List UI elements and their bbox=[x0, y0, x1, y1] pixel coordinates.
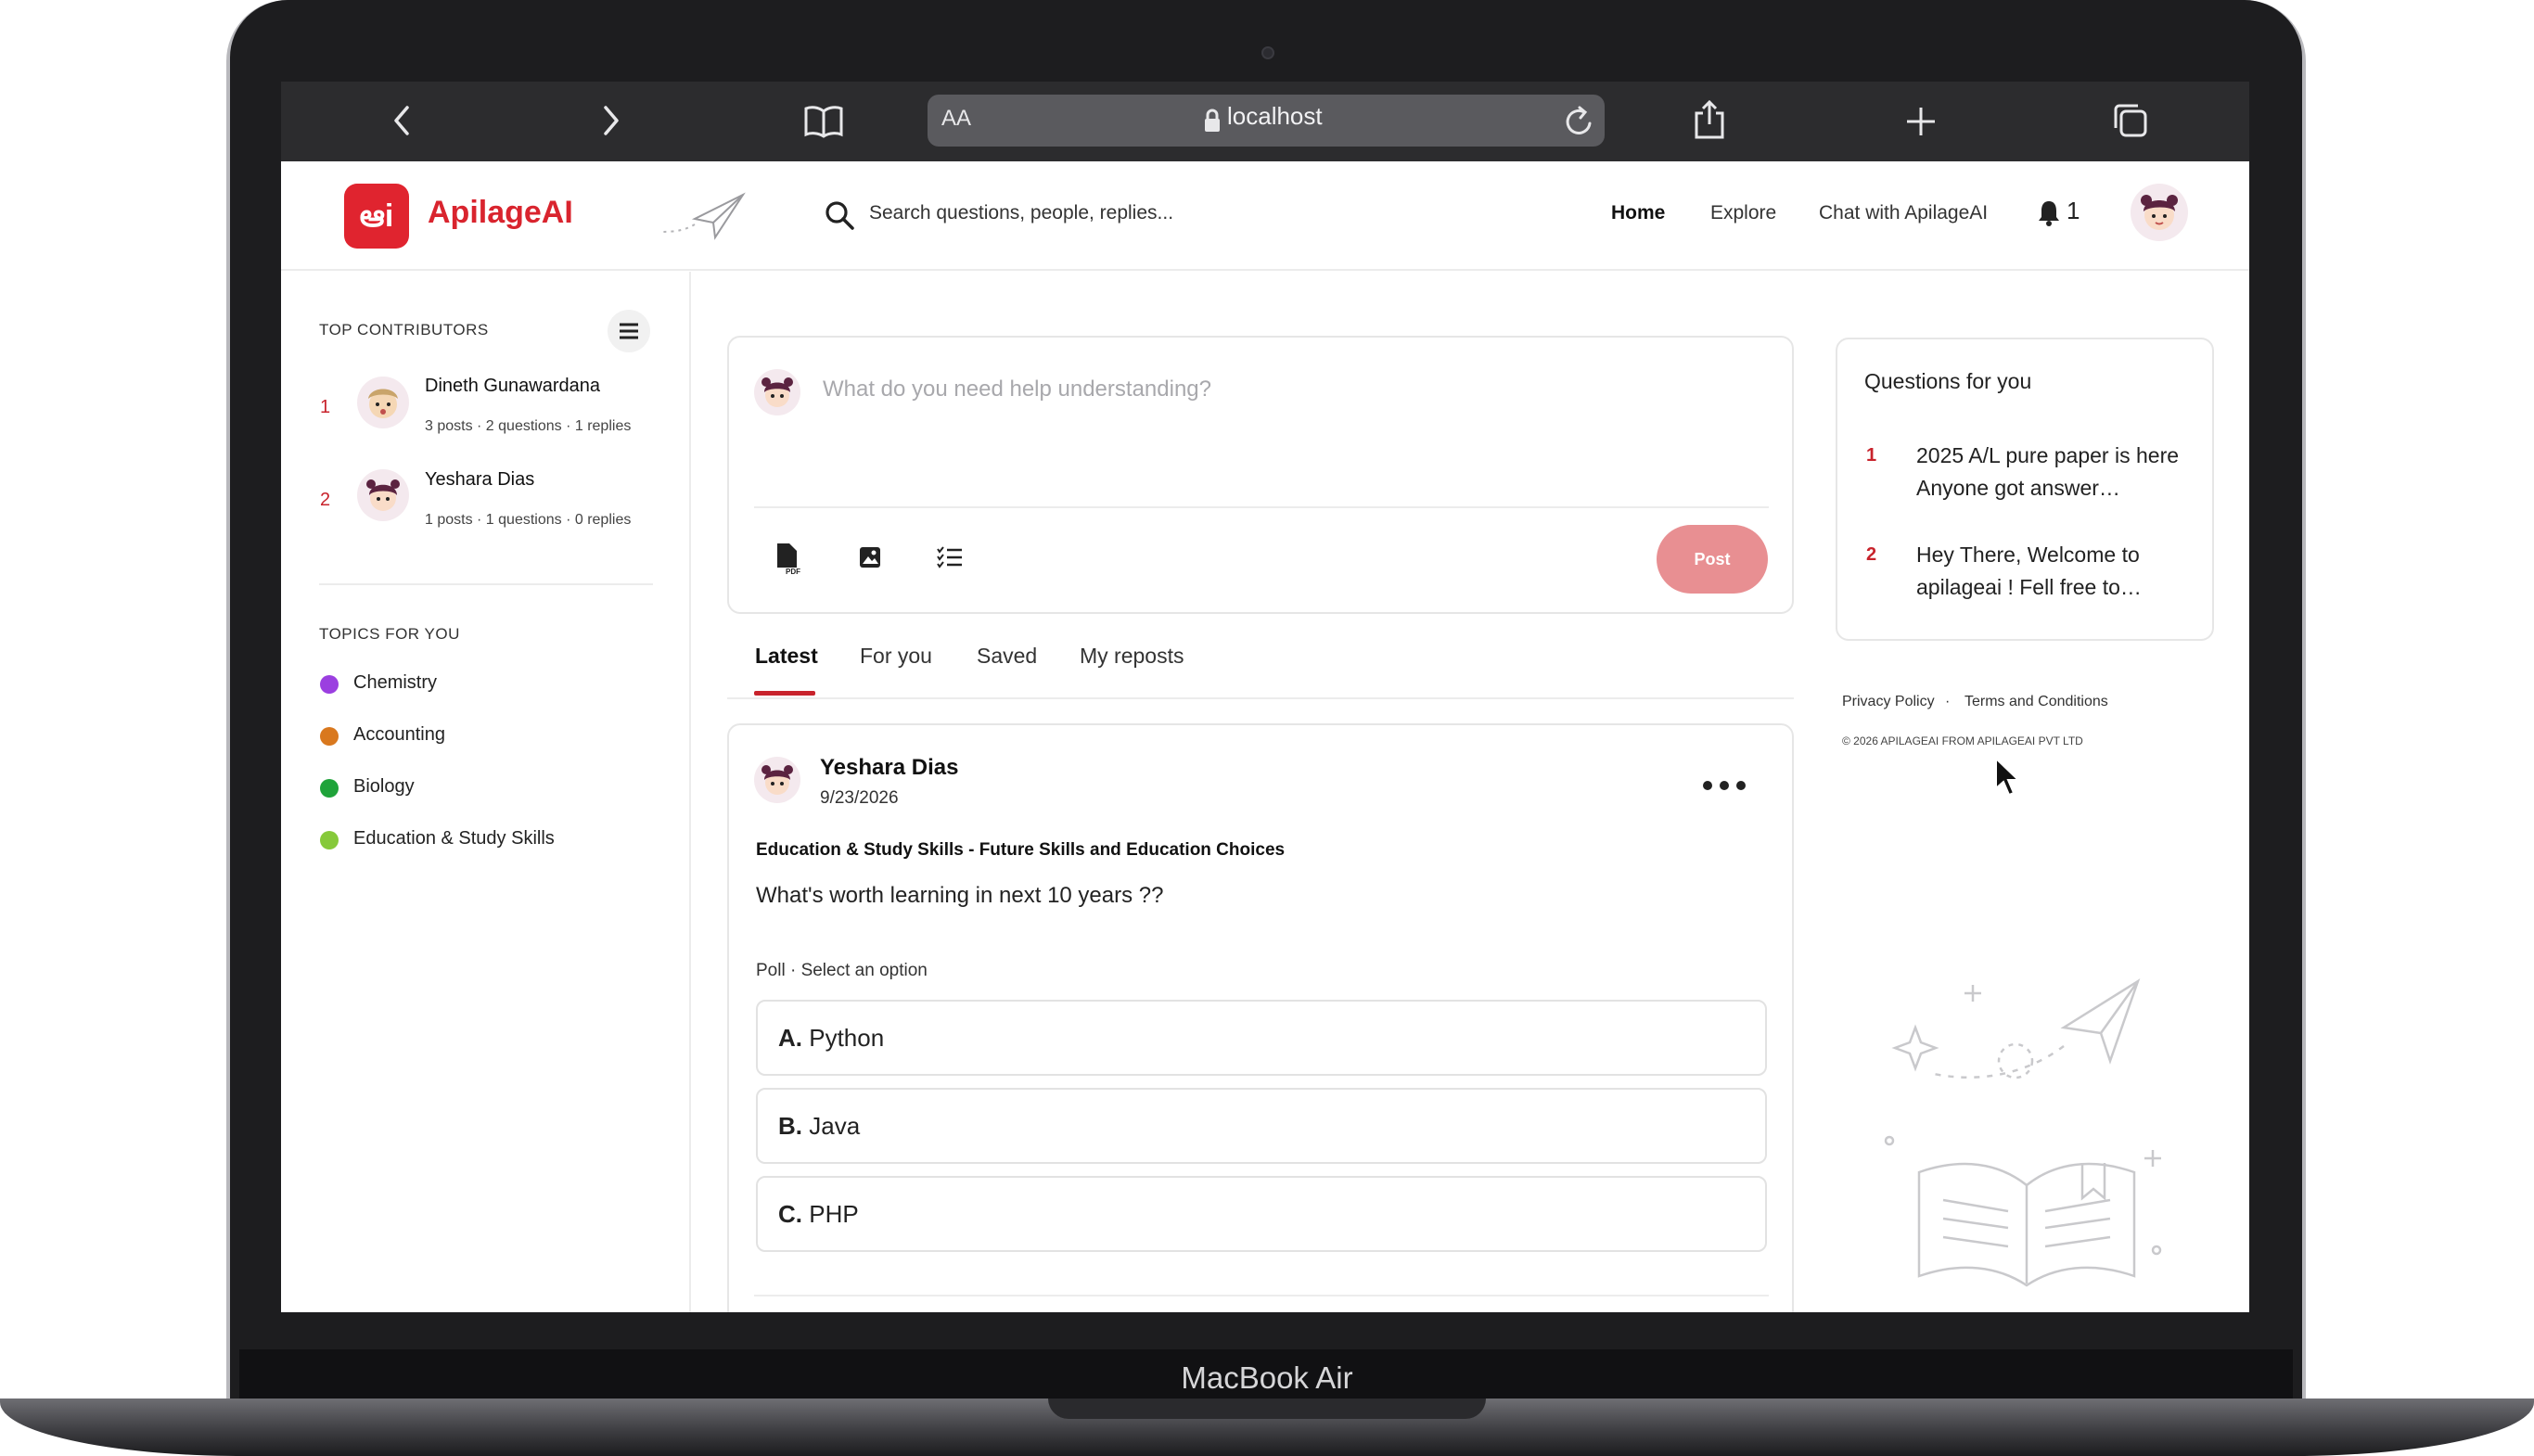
search-input[interactable]: Search questions, people, replies... bbox=[869, 202, 1173, 224]
contributor-rank: 1 bbox=[320, 397, 331, 417]
privacy-policy-link[interactable]: Privacy Policy bbox=[1842, 694, 1935, 710]
tabs-overview-icon[interactable] bbox=[2112, 102, 2149, 139]
top-contributors-title: TOP CONTRIBUTORS bbox=[319, 321, 489, 338]
brand-name[interactable]: ApilageAI bbox=[428, 195, 573, 231]
nav-explore[interactable]: Explore bbox=[1710, 202, 1776, 224]
svg-text:PDF: PDF bbox=[786, 568, 800, 575]
poll-option-letter: B. bbox=[778, 1112, 802, 1140]
paper-plane-doodle-icon bbox=[660, 192, 746, 240]
topic-chemistry[interactable]: Chemistry bbox=[353, 672, 437, 694]
contributor-rank: 2 bbox=[320, 490, 331, 510]
image-attach-icon[interactable] bbox=[858, 545, 882, 569]
url-text: localhost bbox=[1227, 102, 1323, 130]
bell-icon[interactable] bbox=[2037, 198, 2061, 226]
post-body: What's worth learning in next 10 years ?… bbox=[756, 883, 1164, 908]
post-topic[interactable]: Education & Study Skills - Future Skills… bbox=[756, 840, 1285, 861]
poll-option[interactable]: A. Python bbox=[756, 1000, 1767, 1076]
post-date: 9/23/2026 bbox=[820, 788, 899, 808]
back-icon[interactable] bbox=[390, 104, 413, 137]
question-item[interactable]: Hey There, Welcome to apilageai ! Fell f… bbox=[1916, 539, 2185, 604]
post-button[interactable]: Post bbox=[1657, 525, 1768, 594]
forward-icon[interactable] bbox=[600, 104, 622, 137]
poll-option[interactable]: C. PHP bbox=[756, 1176, 1767, 1252]
topic-accounting[interactable]: Accounting bbox=[353, 724, 445, 746]
active-tab-indicator bbox=[754, 691, 815, 696]
user-avatar[interactable] bbox=[2131, 184, 2188, 241]
poll-attach-icon[interactable] bbox=[936, 545, 964, 569]
poll-option-text: Java bbox=[809, 1112, 861, 1140]
contributors-menu-button[interactable] bbox=[608, 310, 650, 352]
topic-color-dot bbox=[320, 779, 339, 798]
mouse-cursor-icon bbox=[1995, 757, 2021, 797]
share-icon[interactable] bbox=[1692, 98, 1727, 141]
poll-option-letter: A. bbox=[778, 1024, 802, 1052]
questions-title: Questions for you bbox=[1864, 369, 2032, 393]
poll-label: Poll · Select an option bbox=[756, 961, 928, 980]
screen: AA localhost ఆi ApilageAI Search questio… bbox=[281, 82, 2249, 1312]
text-size-button[interactable]: AA bbox=[941, 106, 971, 132]
contributor-name[interactable]: Dineth Gunawardana bbox=[425, 376, 600, 397]
new-tab-icon[interactable] bbox=[1904, 105, 1938, 138]
tabs-divider bbox=[727, 697, 1794, 699]
notification-count: 1 bbox=[2067, 197, 2080, 224]
contributor-stats: 3 posts · 2 questions · 1 replies bbox=[425, 418, 632, 434]
bookmarks-icon[interactable] bbox=[803, 104, 844, 139]
topic-education[interactable]: Education & Study Skills bbox=[353, 828, 555, 849]
topics-title: TOPICS FOR YOU bbox=[319, 625, 460, 643]
poll-option-letter: C. bbox=[778, 1200, 802, 1228]
browser-toolbar: AA localhost bbox=[281, 82, 2249, 161]
post-author-avatar[interactable] bbox=[754, 757, 800, 803]
terms-link[interactable]: Terms and Conditions bbox=[1964, 694, 2108, 710]
topic-color-dot bbox=[320, 727, 339, 746]
poll-option-text: PHP bbox=[809, 1200, 859, 1228]
device-label: MacBook Air bbox=[1181, 1360, 1353, 1395]
poll-option[interactable]: B. Java bbox=[756, 1088, 1767, 1164]
question-number: 2 bbox=[1866, 544, 1877, 565]
contributor-name[interactable]: Yeshara Dias bbox=[425, 469, 534, 491]
sidebar-divider bbox=[689, 272, 691, 1312]
topic-biology[interactable]: Biology bbox=[353, 776, 415, 798]
question-number: 1 bbox=[1866, 445, 1877, 466]
poll-option-text: Python bbox=[809, 1024, 885, 1052]
sidebar-section-divider bbox=[319, 583, 653, 585]
more-options-icon[interactable] bbox=[1701, 779, 1747, 792]
post-author-name[interactable]: Yeshara Dias bbox=[820, 755, 958, 781]
reload-icon[interactable] bbox=[1564, 105, 1595, 138]
post-card-divider bbox=[754, 1295, 1769, 1296]
book-plane-illustration bbox=[1884, 978, 2162, 1287]
footer-separator: · bbox=[1945, 694, 1951, 709]
tab-saved[interactable]: Saved bbox=[977, 644, 1037, 669]
composer-divider bbox=[754, 506, 1769, 508]
tab-my-reposts[interactable]: My reposts bbox=[1080, 644, 1184, 669]
nav-home[interactable]: Home bbox=[1611, 202, 1665, 224]
tab-latest[interactable]: Latest bbox=[755, 644, 818, 669]
composer-input[interactable]: What do you need help understanding? bbox=[823, 377, 1211, 402]
topic-color-dot bbox=[320, 831, 339, 849]
app-logo[interactable]: ఆi bbox=[344, 184, 409, 249]
topic-color-dot bbox=[320, 675, 339, 694]
copyright-text: © 2026 APILAGEAI FROM APILAGEAI PVT LTD bbox=[1842, 734, 2083, 747]
pdf-attach-icon[interactable]: PDF bbox=[774, 542, 802, 575]
laptop-base-notch bbox=[1048, 1399, 1486, 1419]
nav-chat[interactable]: Chat with ApilageAI bbox=[1819, 202, 1988, 224]
contributor-avatar[interactable] bbox=[357, 377, 409, 428]
camera bbox=[1261, 46, 1274, 59]
contributor-avatar[interactable] bbox=[357, 469, 409, 521]
question-item[interactable]: 2025 A/L pure paper is here Anyone got a… bbox=[1916, 440, 2185, 504]
composer-avatar bbox=[754, 369, 800, 415]
contributor-stats: 1 posts · 1 questions · 0 replies bbox=[425, 512, 632, 528]
search-icon[interactable] bbox=[824, 199, 855, 231]
tab-for-you[interactable]: For you bbox=[860, 644, 932, 669]
lock-icon bbox=[1205, 109, 1220, 132]
